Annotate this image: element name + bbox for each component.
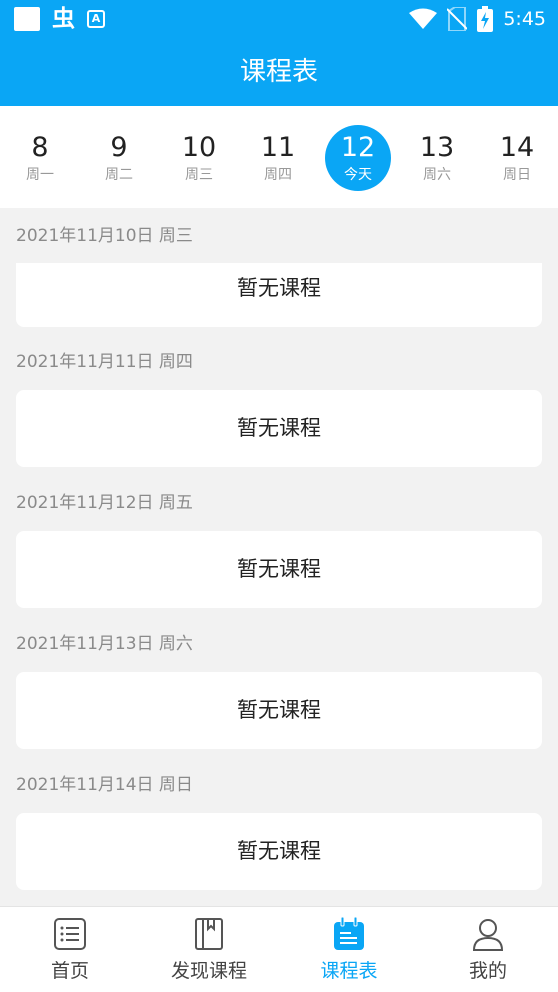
tab-discover-courses[interactable]: 发现课程 bbox=[139, 907, 279, 992]
page-title: 课程表 bbox=[0, 38, 558, 106]
calendar-icon bbox=[334, 917, 364, 950]
day-number: 10 bbox=[181, 132, 217, 163]
day-11[interactable]: 11 周四 bbox=[245, 125, 311, 191]
book-icon bbox=[195, 918, 223, 950]
day-label: 周一 bbox=[26, 167, 54, 183]
battery-charging-icon bbox=[477, 6, 494, 32]
tab-label: 课程表 bbox=[320, 960, 378, 982]
tab-home[interactable]: 首页 bbox=[0, 907, 140, 992]
notification-square-icon bbox=[14, 7, 40, 31]
date-heading: 2021年11月12日 周五 bbox=[16, 493, 193, 513]
date-heading: 2021年11月10日 周三 bbox=[16, 226, 193, 246]
day-label: 周四 bbox=[264, 167, 292, 183]
empty-course-card: 暂无课程 bbox=[16, 813, 542, 890]
home-list-icon bbox=[54, 918, 86, 950]
empty-course-card: 暂无课程 bbox=[16, 672, 542, 749]
day-number: 12 bbox=[340, 132, 376, 163]
day-number: 14 bbox=[499, 132, 535, 163]
bottom-tab-bar: 首页 发现课程 课程表 我的 bbox=[0, 906, 558, 992]
empty-course-card: 暂无课程 bbox=[16, 263, 542, 327]
schedule-list[interactable]: 2021年11月10日 周三 暂无课程 2021年11月11日 周四 暂无课程 … bbox=[0, 208, 558, 906]
day-label: 周日 bbox=[503, 167, 531, 183]
no-sim-icon bbox=[447, 7, 468, 31]
date-heading: 2021年11月11日 周四 bbox=[16, 352, 193, 372]
status-time: 5:45 bbox=[503, 8, 546, 30]
day-label: 今天 bbox=[344, 167, 372, 183]
bug-app-icon: 虫 bbox=[52, 6, 75, 32]
day-label: 周三 bbox=[185, 167, 213, 183]
day-8[interactable]: 8 周一 bbox=[7, 125, 73, 191]
status-left: 虫 A bbox=[14, 6, 105, 32]
status-right: 5:45 bbox=[409, 6, 546, 32]
tab-profile[interactable]: 我的 bbox=[418, 907, 558, 992]
status-bar: 虫 A 5:45 bbox=[0, 0, 558, 38]
day-number: 11 bbox=[260, 132, 296, 163]
wifi-icon bbox=[409, 8, 438, 29]
day-label: 周六 bbox=[423, 167, 451, 183]
day-number: 9 bbox=[110, 132, 128, 163]
day-9[interactable]: 9 周二 bbox=[86, 125, 152, 191]
day-number: 13 bbox=[419, 132, 455, 163]
tab-label: 我的 bbox=[468, 960, 507, 982]
date-heading: 2021年11月14日 周日 bbox=[16, 775, 193, 795]
day-number: 8 bbox=[31, 132, 49, 163]
day-10[interactable]: 10 周三 bbox=[166, 125, 232, 191]
day-14[interactable]: 14 周日 bbox=[484, 125, 550, 191]
day-label: 周二 bbox=[105, 167, 133, 183]
day-13[interactable]: 13 周六 bbox=[404, 125, 470, 191]
tab-schedule[interactable]: 课程表 bbox=[279, 907, 419, 992]
empty-course-card: 暂无课程 bbox=[16, 390, 542, 467]
tab-label: 发现课程 bbox=[170, 960, 247, 982]
a-badge-icon: A bbox=[87, 10, 105, 28]
tab-label: 首页 bbox=[50, 960, 89, 982]
user-icon bbox=[472, 919, 504, 951]
week-selector: 8 周一 9 周二 10 周三 11 周四 12 今天 13 周六 14 周日 bbox=[0, 106, 558, 208]
date-heading: 2021年11月13日 周六 bbox=[16, 634, 193, 654]
empty-course-card: 暂无课程 bbox=[16, 531, 542, 608]
day-12-today[interactable]: 12 今天 bbox=[325, 125, 391, 191]
